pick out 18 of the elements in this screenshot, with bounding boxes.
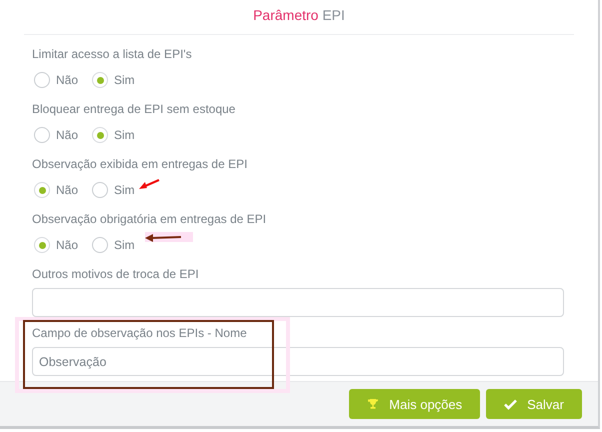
option-label: Bloquear entrega de EPI sem estoque	[32, 101, 236, 117]
radio-option[interactable]: Sim	[92, 72, 135, 88]
more-options-button[interactable]: Mais opções	[349, 389, 480, 419]
radio-option[interactable]: Não	[34, 127, 78, 143]
dialog-title: Parâmetro EPI	[253, 6, 345, 24]
radio-option[interactable]: Sim	[92, 237, 135, 253]
text-field[interactable]: Observação	[32, 347, 564, 376]
field-label: Outros motivos de troca de EPI	[32, 266, 199, 282]
radio-option[interactable]: Sim	[92, 127, 135, 143]
option-label: Observação exibida em entregas de EPI	[32, 156, 248, 172]
radio-option[interactable]: Não	[34, 72, 78, 88]
save-button[interactable]: Salvar	[486, 389, 582, 419]
radio-option[interactable]: Não	[34, 182, 78, 198]
field-label: Campo de observação nos EPIs - Nome	[32, 325, 247, 341]
radio-option[interactable]: Não	[34, 237, 78, 253]
option-label: Observação obrigatória em entregas de EPI	[32, 211, 266, 227]
option-label: Limitar acesso a lista de EPI's	[32, 46, 192, 62]
radio-option[interactable]: Sim	[92, 182, 135, 198]
